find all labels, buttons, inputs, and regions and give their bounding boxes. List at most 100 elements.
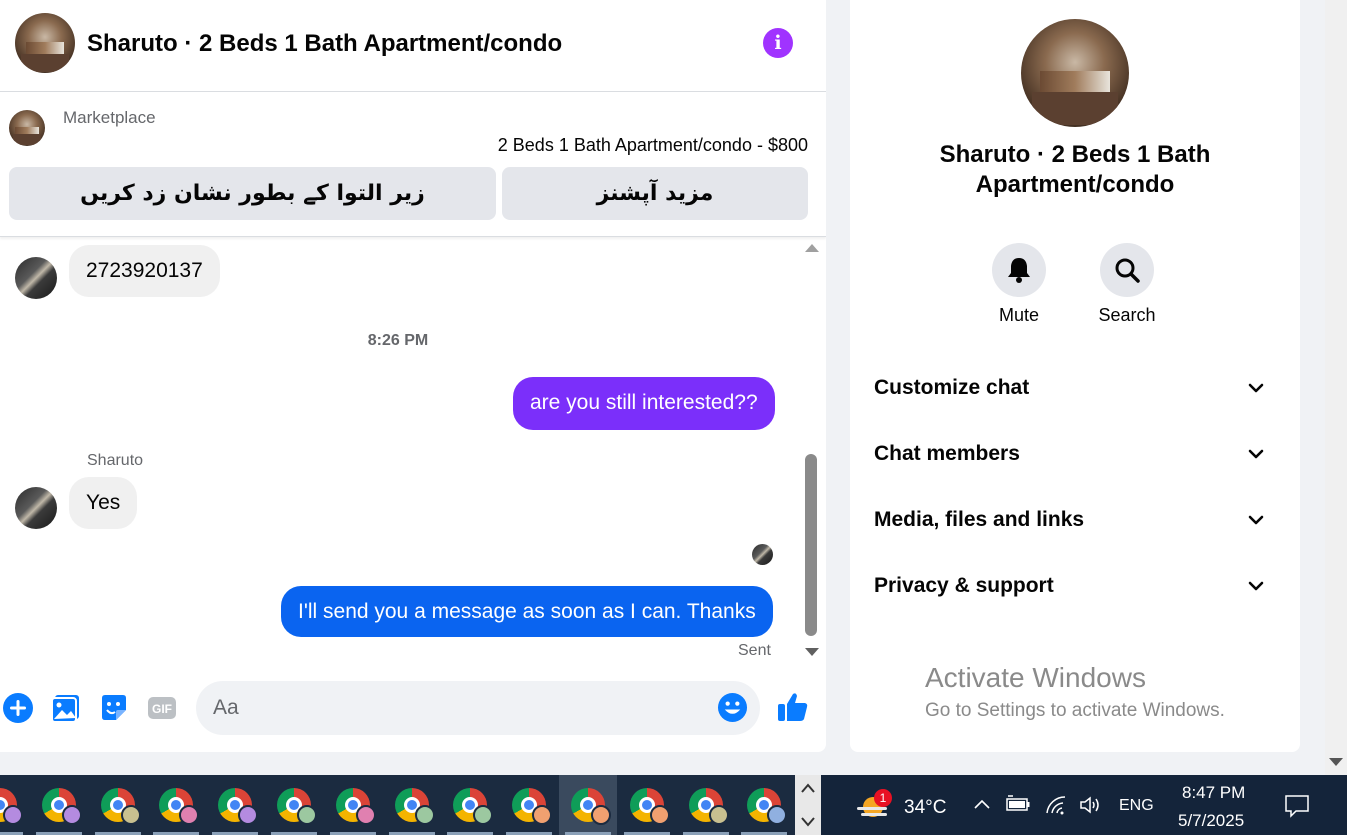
weather-badge: 1 <box>874 789 892 807</box>
taskbar-apps <box>0 775 795 835</box>
chat-title[interactable]: Sharuto · 2 Beds 1 Bath Apartment/condo <box>87 30 562 58</box>
show-hidden-icons-chevron-icon[interactable] <box>973 798 991 810</box>
more-options-button[interactable]: مزید آپشنز <box>502 167 808 220</box>
section-label: Privacy & support <box>874 574 1054 597</box>
sender-avatar[interactable] <box>15 257 57 299</box>
emoji-icon[interactable] <box>717 692 748 723</box>
plus-circle-icon[interactable] <box>2 692 34 724</box>
profile-avatar-icon <box>238 805 259 825</box>
section-label: Customize chat <box>874 376 1030 399</box>
thumbs-up-icon[interactable] <box>776 690 810 724</box>
watermark-title: Activate Windows <box>925 662 1146 693</box>
activate-windows-watermark: Activate Windows Go to Settings to activ… <box>925 662 1225 722</box>
details-avatar[interactable] <box>1021 19 1129 127</box>
listing-avatar[interactable] <box>15 13 75 73</box>
taskbar-chrome-profile[interactable] <box>441 775 499 835</box>
sender-avatar[interactable] <box>15 487 57 529</box>
read-receipt-avatar <box>752 544 773 565</box>
taskbar-chrome-profile[interactable] <box>30 775 88 835</box>
section-label: Chat members <box>874 442 1020 465</box>
scroll-up-arrow-icon[interactable] <box>805 244 819 252</box>
scroll-down-arrow-icon[interactable] <box>805 648 819 656</box>
profile-avatar-icon <box>767 805 788 825</box>
windows-taskbar: 1 34°C ENG 8:47 PM 5/7/2025 <box>0 775 1347 835</box>
taskbar-chrome-profile[interactable] <box>383 775 441 835</box>
clock-date[interactable]: 5/7/2025 <box>1178 811 1244 831</box>
section-label: Media, files and links <box>874 508 1085 531</box>
taskbar-chrome-profile[interactable] <box>89 775 147 835</box>
profile-avatar-icon <box>649 805 670 825</box>
sticker-icon[interactable] <box>98 692 130 724</box>
battery-icon[interactable] <box>1005 795 1031 813</box>
chevron-down-icon[interactable] <box>801 817 815 827</box>
profile-avatar-icon <box>708 805 729 825</box>
taskbar-chrome-profile[interactable] <box>147 775 205 835</box>
clock-time[interactable]: 8:47 PM <box>1182 783 1245 803</box>
chevron-down-icon <box>1248 383 1264 393</box>
profile-avatar-icon <box>532 805 553 825</box>
taskbar-chrome-profile[interactable] <box>0 775 29 835</box>
profile-avatar-icon <box>355 805 376 825</box>
mute-label: Mute <box>998 305 1040 325</box>
profile-avatar-icon <box>473 805 494 825</box>
page-scrollbar[interactable] <box>1325 0 1347 775</box>
chevron-down-icon <box>1248 449 1264 459</box>
photo-icon[interactable] <box>50 692 82 724</box>
message-bubble-incoming[interactable]: 2723920137 <box>69 245 220 297</box>
volume-icon[interactable] <box>1079 795 1103 815</box>
taskbar-chrome-profile[interactable] <box>559 775 617 835</box>
details-title-line1: Sharuto · 2 Beds 1 Bath <box>939 141 1211 168</box>
listing-summary[interactable]: 2 Beds 1 Bath Apartment/condo - $800 <box>498 135 808 156</box>
chat-header: Sharuto · 2 Beds 1 Bath Apartment/condo … <box>0 0 826 92</box>
profile-avatar-icon <box>3 805 23 825</box>
sender-name: Sharuto <box>87 452 144 469</box>
gif-icon[interactable]: GIF <box>146 692 178 724</box>
scroll-thumb[interactable] <box>805 454 817 636</box>
message-bubble-outgoing[interactable]: are you still interested?? <box>513 377 775 430</box>
taskbar-scroll[interactable] <box>795 775 821 835</box>
section-customize-chat[interactable]: Customize chat <box>874 368 1278 408</box>
marketplace-label: Marketplace <box>63 108 156 127</box>
bell-icon <box>1008 258 1030 283</box>
message-bubble-outgoing[interactable]: I'll send you a message as soon as I can… <box>281 586 773 637</box>
search-circle[interactable] <box>1100 243 1154 297</box>
message-scrollbar[interactable] <box>802 240 822 660</box>
section-chat-members[interactable]: Chat members <box>874 434 1278 474</box>
taskbar-chrome-profile[interactable] <box>265 775 323 835</box>
profile-avatar-icon <box>61 805 82 825</box>
taskbar-chrome-profile[interactable] <box>500 775 558 835</box>
search-button[interactable]: Search <box>1092 243 1162 326</box>
message-list: 2723920137 8:26 PM are you still interes… <box>0 238 826 662</box>
mute-circle[interactable] <box>992 243 1046 297</box>
details-title-line2: Apartment/condo <box>975 171 1175 198</box>
marketplace-bar: Marketplace 2 Beds 1 Bath Apartment/cond… <box>0 92 826 237</box>
info-icon[interactable]: i <box>763 28 793 58</box>
search-label: Search <box>1098 305 1156 325</box>
profile-avatar-icon <box>414 805 435 825</box>
watermark-subtitle: Go to Settings to activate Windows. <box>925 700 1225 721</box>
svg-text:GIF: GIF <box>152 702 172 716</box>
taskbar-chrome-profile[interactable] <box>735 775 793 835</box>
profile-avatar-icon <box>120 805 141 825</box>
taskbar-chrome-profile[interactable] <box>324 775 382 835</box>
taskbar-chrome-profile[interactable] <box>677 775 735 835</box>
temperature-label[interactable]: 34°C <box>904 797 946 819</box>
taskbar-chrome-profile[interactable] <box>618 775 676 835</box>
message-input-placeholder: Aa <box>213 696 239 719</box>
message-bubble-incoming[interactable]: Yes <box>69 477 138 529</box>
mark-pending-button[interactable]: زیر التوا کے بطور نشان زد کریں <box>9 167 496 220</box>
chat-details-panel: Sharuto · 2 Beds 1 Bath Apartment/condo … <box>850 0 1300 752</box>
section-privacy-support[interactable]: Privacy & support <box>874 566 1278 606</box>
mute-button[interactable]: Mute <box>984 243 1054 326</box>
chevron-up-icon[interactable] <box>801 783 815 793</box>
taskbar-chrome-profile[interactable] <box>206 775 264 835</box>
notification-center-icon[interactable] <box>1284 793 1310 819</box>
listing-thumbnail[interactable] <box>9 110 45 146</box>
wifi-icon[interactable] <box>1045 795 1067 815</box>
page-scroll-down-arrow-icon[interactable] <box>1329 758 1343 766</box>
message-input[interactable]: Aa <box>196 681 760 735</box>
profile-avatar-icon <box>179 805 200 825</box>
language-indicator[interactable]: ENG <box>1119 797 1154 815</box>
section-media-files-links[interactable]: Media, files and links <box>874 500 1278 540</box>
search-icon <box>1115 258 1140 283</box>
